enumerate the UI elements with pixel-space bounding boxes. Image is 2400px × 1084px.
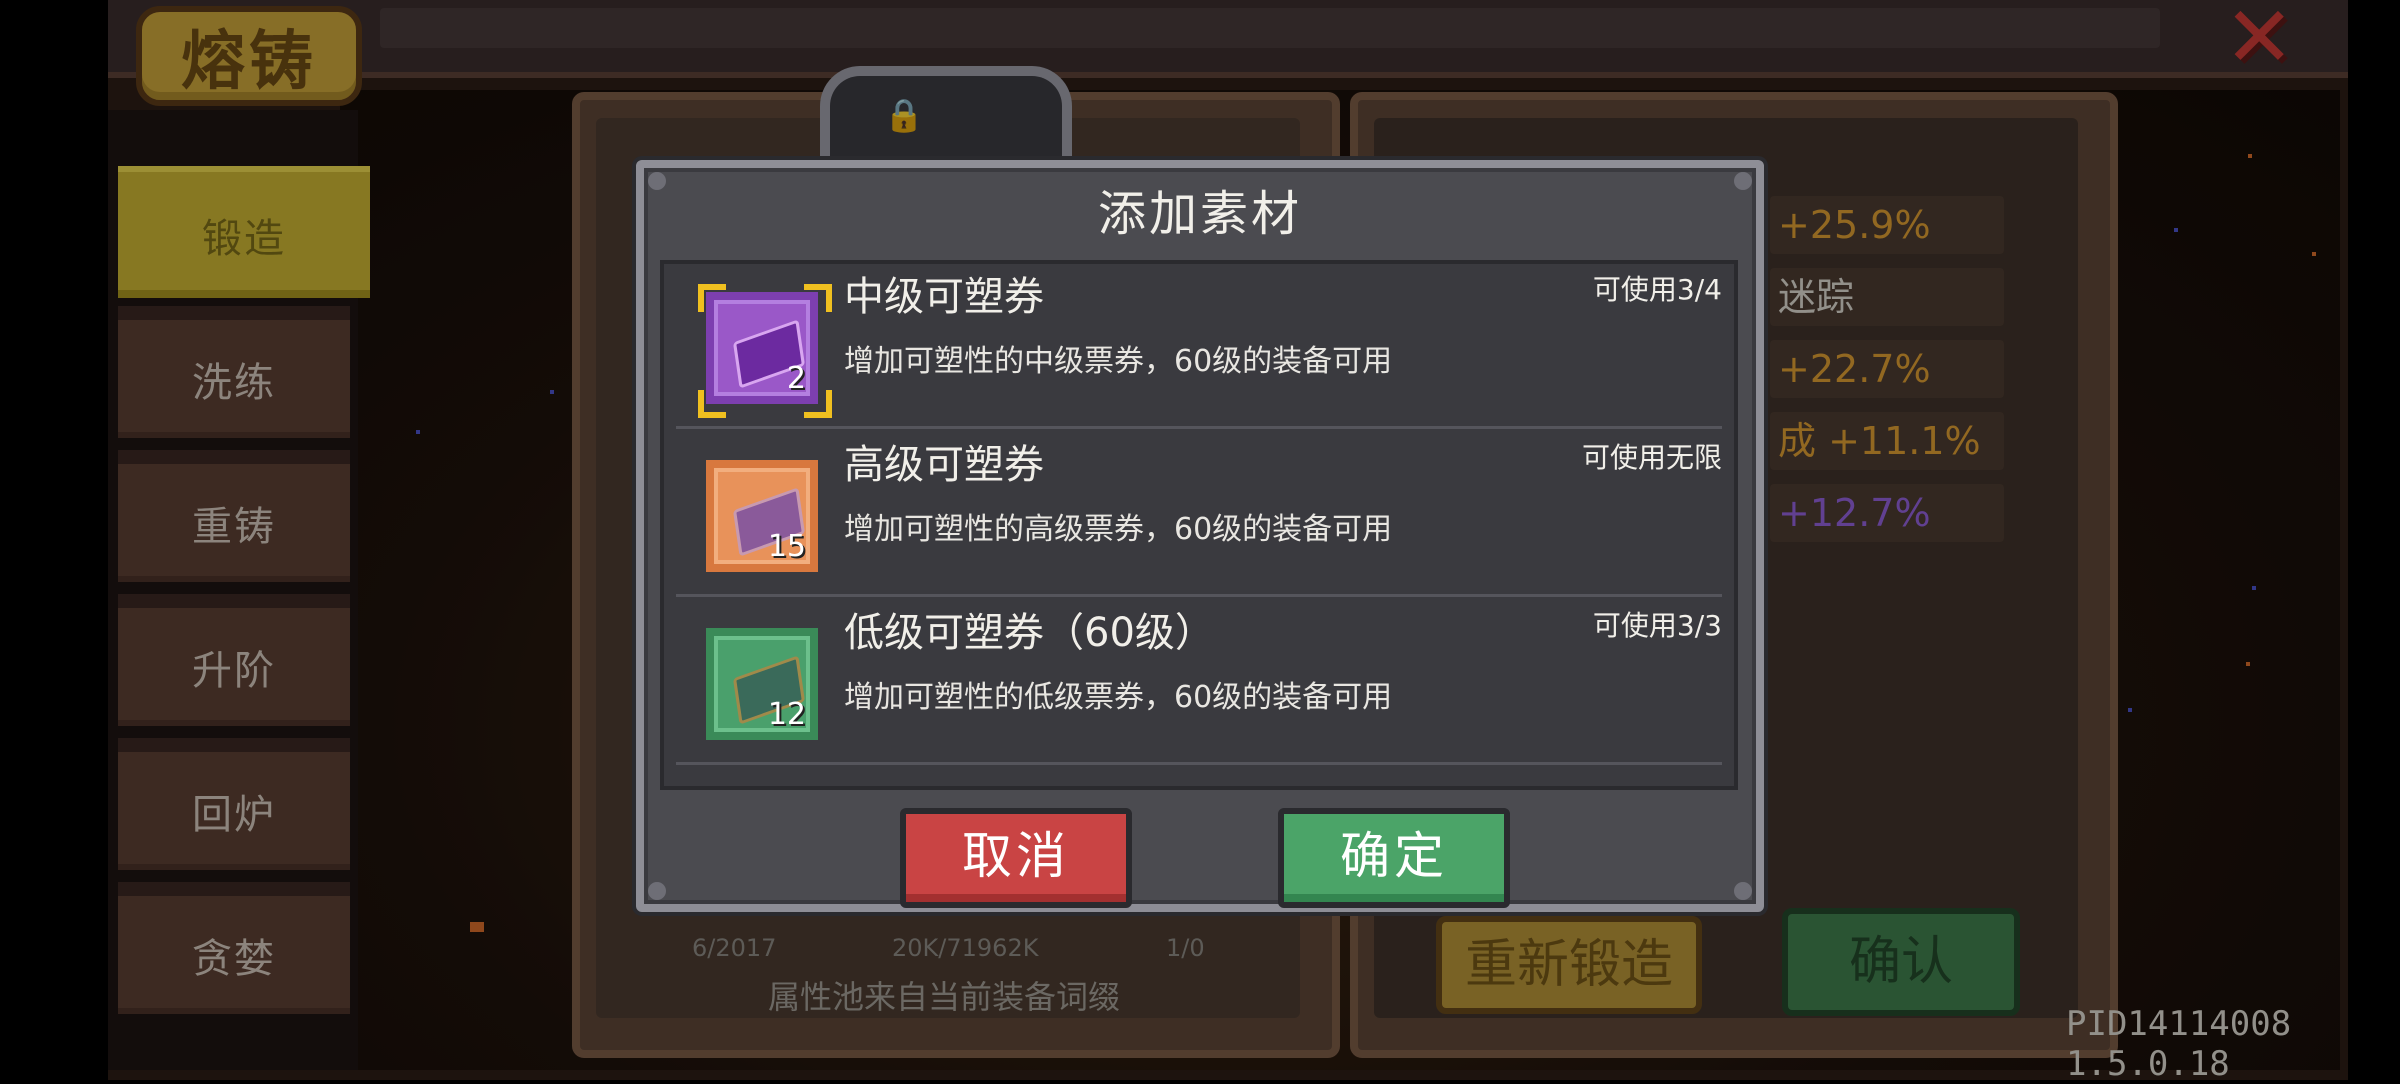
material-item[interactable]: 15 高级可塑券 增加可塑性的高级票券，60级的装备可用 可使用无限 <box>676 432 1722 597</box>
item-count: 12 <box>767 697 806 732</box>
ok-button[interactable]: 确定 <box>1278 808 1510 908</box>
ticket-icon: 12 <box>706 628 818 740</box>
rivet <box>648 882 666 900</box>
selection-corner <box>698 390 726 418</box>
dialog-title: 添加素材 <box>1097 186 1302 242</box>
item-usage: 可使用3/4 <box>1592 273 1722 306</box>
item-usage: 可使用无限 <box>1581 441 1722 474</box>
item-name: 高级可塑券 <box>844 442 1044 488</box>
material-item[interactable]: 2 中级可塑券 增加可塑性的中级票券，60级的装备可用 可使用3/4 <box>676 264 1722 429</box>
ticket-icon: 15 <box>706 460 818 572</box>
material-item[interactable]: 12 低级可塑券（60级） 增加可塑性的低级票券，60级的装备可用 可使用3/3 <box>676 600 1722 765</box>
item-description: 增加可塑性的低级票券，60级的装备可用 <box>844 680 1393 715</box>
selection-corner <box>804 390 832 418</box>
item-description: 增加可塑性的中级票券，60级的装备可用 <box>844 344 1393 379</box>
item-count: 15 <box>767 529 806 564</box>
item-name: 低级可塑券（60级） <box>844 610 1215 656</box>
rivet <box>1734 882 1752 900</box>
selection-corner <box>698 284 726 312</box>
item-description: 增加可塑性的高级票券，60级的装备可用 <box>844 512 1393 547</box>
selection-corner <box>804 284 832 312</box>
item-name: 中级可塑券 <box>844 274 1044 320</box>
item-usage: 可使用3/3 <box>1592 609 1722 642</box>
cancel-button[interactable]: 取消 <box>900 808 1132 908</box>
